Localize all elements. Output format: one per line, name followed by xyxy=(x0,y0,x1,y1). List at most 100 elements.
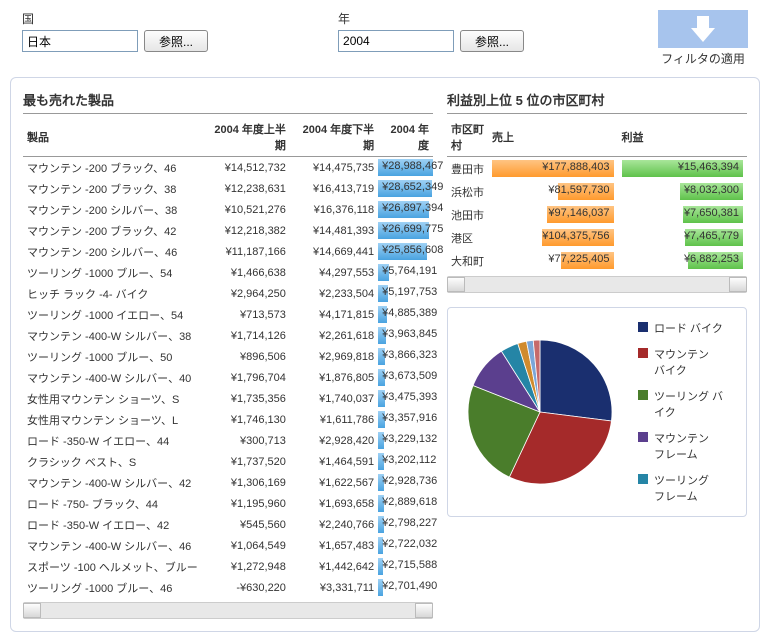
h2-value: ¥14,481,393 xyxy=(290,220,378,241)
table-row: ヒッチ ラック -4- バイク¥2,964,250¥2,233,504¥5,19… xyxy=(23,283,433,304)
h1-value: ¥896,506 xyxy=(202,346,290,367)
table-row: クラシック ベスト、S¥1,737,520¥1,464,591¥3,202,11… xyxy=(23,451,433,472)
total-bar: ¥2,701,490 xyxy=(378,577,433,598)
total-bar: ¥4,885,389 xyxy=(378,304,433,325)
product-name: マウンテン -400-W シルバー、38 xyxy=(23,325,202,346)
total-bar: ¥3,229,132 xyxy=(378,430,433,451)
table-row: マウンテン -200 ブラック、46¥14,512,732¥14,475,735… xyxy=(23,157,433,179)
table-row: ツーリング -1000 ブルー、50¥896,506¥2,969,818¥3,8… xyxy=(23,346,433,367)
table-row: ロード -350-W イエロー、42¥545,560¥2,240,766¥2,7… xyxy=(23,514,433,535)
table-row: 池田市¥97,146,037¥7,650,381 xyxy=(447,203,747,226)
h1-value: ¥1,306,169 xyxy=(202,472,290,493)
country-input[interactable] xyxy=(22,30,138,52)
table-row: 港区¥104,375,756¥7,465,779 xyxy=(447,226,747,249)
h1-value: ¥1,746,130 xyxy=(202,409,290,430)
profit-bar: ¥7,465,779 xyxy=(618,226,748,249)
year-label: 年 xyxy=(338,10,524,27)
total-bar: ¥26,699,775 xyxy=(378,220,433,241)
h1-value: ¥14,512,732 xyxy=(202,157,290,179)
profit-bar: ¥8,032,300 xyxy=(618,180,748,203)
total-bar: ¥3,673,509 xyxy=(378,367,433,388)
h2-value: ¥1,693,658 xyxy=(290,493,378,514)
legend-label: マウンテンフレーム xyxy=(654,430,709,462)
total-bar: ¥2,889,618 xyxy=(378,493,433,514)
h1-value: ¥545,560 xyxy=(202,514,290,535)
sales-bar: ¥177,888,403 xyxy=(488,157,618,181)
profit-bar: ¥15,463,394 xyxy=(618,157,748,181)
apply-filter-label: フィルタの適用 xyxy=(661,50,745,67)
table-row: マウンテン -200 ブラック、42¥12,218,382¥14,481,393… xyxy=(23,220,433,241)
product-name: マウンテン -200 ブラック、42 xyxy=(23,220,202,241)
product-name: ヒッチ ラック -4- バイク xyxy=(23,283,202,304)
product-name: クラシック ベスト、S xyxy=(23,451,202,472)
year-browse-button[interactable]: 参照... xyxy=(460,30,524,52)
city-name: 浜松市 xyxy=(447,180,488,203)
country-browse-button[interactable]: 参照... xyxy=(144,30,208,52)
h2-value: ¥14,669,441 xyxy=(290,241,378,262)
column-header: 製品 xyxy=(23,118,202,157)
h2-value: ¥16,376,118 xyxy=(290,199,378,220)
total-bar: ¥3,475,393 xyxy=(378,388,433,409)
total-bar: ¥5,764,191 xyxy=(378,262,433,283)
h2-value: ¥2,240,766 xyxy=(290,514,378,535)
horizontal-scrollbar-top5[interactable] xyxy=(447,276,747,293)
city-name: 港区 xyxy=(447,226,488,249)
h2-value: ¥1,611,786 xyxy=(290,409,378,430)
legend-label: ロード バイク xyxy=(654,320,723,336)
column-header: 2004 年度上半期 xyxy=(202,118,290,157)
h1-value: ¥300,713 xyxy=(202,430,290,451)
pie-legend: ロード バイクマウンテンバイクツーリング バイクマウンテンフレームツーリングフレ… xyxy=(638,320,734,504)
total-bar: ¥2,798,227 xyxy=(378,514,433,535)
year-input[interactable] xyxy=(338,30,454,52)
city-name: 大和町 xyxy=(447,249,488,272)
total-bar: ¥25,856,608 xyxy=(378,241,433,262)
legend-swatch xyxy=(638,432,648,442)
h1-value: ¥10,521,276 xyxy=(202,199,290,220)
h2-value: ¥2,233,504 xyxy=(290,283,378,304)
product-name: 女性用マウンテン ショーツ、L xyxy=(23,409,202,430)
profit-bar: ¥6,882,253 xyxy=(618,249,748,272)
h1-value: ¥1,195,960 xyxy=(202,493,290,514)
city-name: 池田市 xyxy=(447,203,488,226)
table-row: ツーリング -1000 イエロー、54¥713,573¥4,171,815¥4,… xyxy=(23,304,433,325)
legend-swatch xyxy=(638,348,648,358)
table-row: ロード -750- ブラック、44¥1,195,960¥1,693,658¥2,… xyxy=(23,493,433,514)
total-bar: ¥2,928,736 xyxy=(378,472,433,493)
legend-label: ツーリングフレーム xyxy=(654,472,709,504)
h2-value: ¥1,464,591 xyxy=(290,451,378,472)
horizontal-scrollbar[interactable] xyxy=(23,602,433,619)
total-bar: ¥28,652,349 xyxy=(378,178,433,199)
h2-value: ¥16,413,719 xyxy=(290,178,378,199)
h2-value: ¥14,475,735 xyxy=(290,157,378,179)
h1-value: ¥12,238,631 xyxy=(202,178,290,199)
table-row: ロード -350-W イエロー、44¥300,713¥2,928,420¥3,2… xyxy=(23,430,433,451)
sales-bar: ¥81,597,730 xyxy=(488,180,618,203)
table-row: 女性用マウンテン ショーツ、S¥1,735,356¥1,740,037¥3,47… xyxy=(23,388,433,409)
h2-value: ¥4,297,553 xyxy=(290,262,378,283)
table-row: 浜松市¥81,597,730¥8,032,300 xyxy=(447,180,747,203)
legend-item: マウンテンフレーム xyxy=(638,430,734,462)
sales-bar: ¥77,225,405 xyxy=(488,249,618,272)
table-row: マウンテン -200 シルバー、38¥10,521,276¥16,376,118… xyxy=(23,199,433,220)
h2-value: ¥1,622,567 xyxy=(290,472,378,493)
h1-value: ¥1,466,638 xyxy=(202,262,290,283)
product-name: ロード -750- ブラック、44 xyxy=(23,493,202,514)
total-bar: ¥28,988,467 xyxy=(378,157,433,179)
table-row: マウンテン -400-W シルバー、46¥1,064,549¥1,657,483… xyxy=(23,535,433,556)
legend-label: ツーリング バイク xyxy=(654,388,734,420)
country-label: 国 xyxy=(22,10,208,27)
pie-chart xyxy=(460,332,620,492)
h2-value: ¥2,928,420 xyxy=(290,430,378,451)
legend-swatch xyxy=(638,390,648,400)
apply-filter-button[interactable] xyxy=(658,10,748,48)
product-name: マウンテン -400-W シルバー、42 xyxy=(23,472,202,493)
legend-label: マウンテンバイク xyxy=(654,346,709,378)
total-bar: ¥26,897,394 xyxy=(378,199,433,220)
product-name: ロード -350-W イエロー、42 xyxy=(23,514,202,535)
table-row: マウンテン -400-W シルバー、38¥1,714,126¥2,261,618… xyxy=(23,325,433,346)
table-row: 豊田市¥177,888,403¥15,463,394 xyxy=(447,157,747,181)
total-bar: ¥2,722,032 xyxy=(378,535,433,556)
table-row: 女性用マウンテン ショーツ、L¥1,746,130¥1,611,786¥3,35… xyxy=(23,409,433,430)
product-name: スポーツ -100 ヘルメット、ブルー xyxy=(23,556,202,577)
top5-title: 利益別上位 5 位の市区町村 xyxy=(447,90,747,114)
